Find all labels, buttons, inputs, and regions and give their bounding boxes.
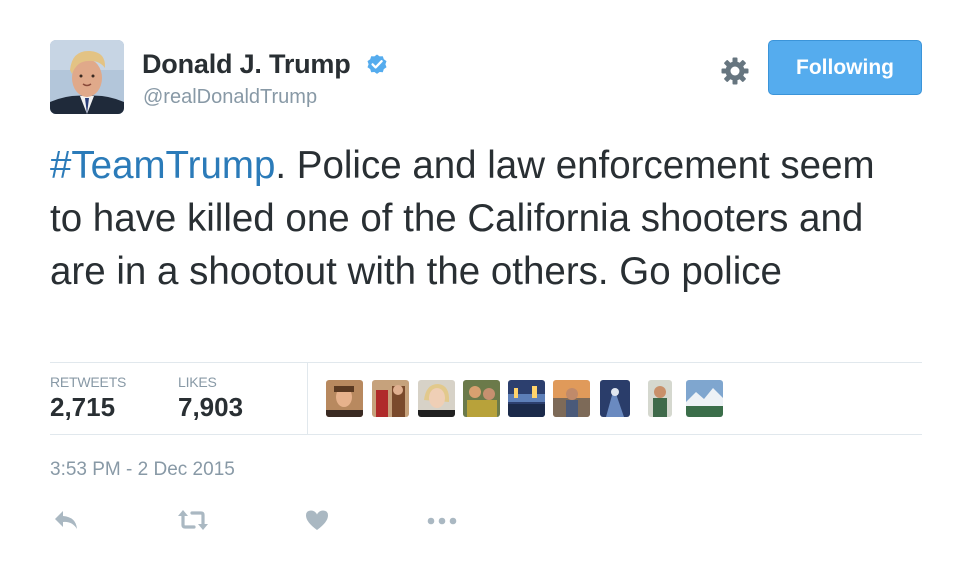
retweet-icon[interactable] — [177, 507, 209, 533]
stats-vertical-divider — [307, 363, 308, 434]
liker-avatar[interactable] — [508, 380, 545, 417]
liker-avatar[interactable] — [686, 380, 723, 417]
liker-avatar[interactable] — [648, 380, 672, 417]
display-name[interactable]: Donald J. Trump — [142, 49, 351, 80]
liker-avatar[interactable] — [600, 380, 630, 417]
stats-bottom-divider — [50, 434, 922, 435]
reply-icon[interactable] — [52, 507, 80, 533]
liker-avatar[interactable] — [326, 380, 363, 417]
likes-count: 7,903 — [178, 392, 244, 422]
liker-avatar[interactable] — [418, 380, 455, 417]
likes-label: LIKES — [178, 374, 217, 390]
like-icon[interactable] — [304, 507, 330, 533]
avatar[interactable] — [50, 40, 124, 114]
retweets-stat[interactable]: RETWEETS 2,715 — [50, 374, 126, 423]
stats-top-divider — [50, 362, 922, 363]
gear-icon[interactable] — [720, 56, 750, 86]
likes-stat[interactable]: LIKES 7,903 — [178, 374, 243, 423]
more-icon[interactable] — [426, 507, 458, 533]
hashtag-link[interactable]: #TeamTrump — [50, 144, 275, 187]
liker-avatar[interactable] — [463, 380, 500, 417]
following-button[interactable]: Following — [768, 40, 922, 95]
liker-avatar[interactable] — [553, 380, 590, 417]
verified-badge-icon — [367, 54, 387, 74]
screen-name[interactable]: @realDonaldTrump — [143, 86, 317, 109]
tweet-text: #TeamTrump. Police and law enforcement s… — [50, 139, 910, 298]
tweet-card: Donald J. Trump @realDonaldTrump Followi… — [0, 0, 980, 563]
retweets-label: RETWEETS — [50, 374, 127, 390]
liker-avatar[interactable] — [372, 380, 409, 417]
tweet-timestamp[interactable]: 3:53 PM - 2 Dec 2015 — [50, 459, 235, 481]
retweets-count: 2,715 — [50, 392, 116, 422]
